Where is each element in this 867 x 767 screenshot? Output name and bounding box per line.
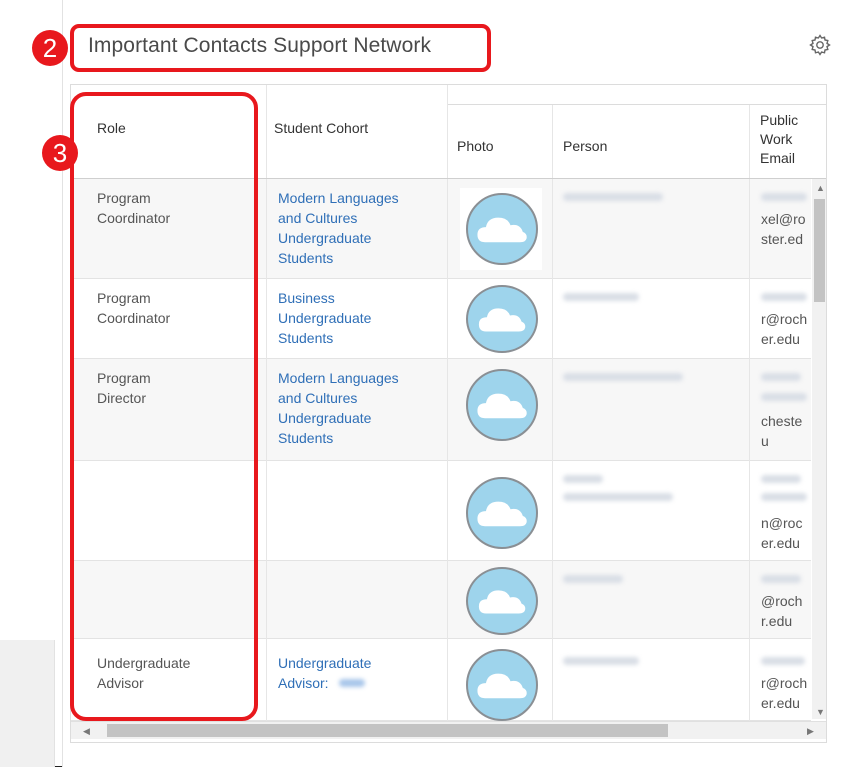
- cloud-icon: [477, 393, 527, 419]
- redacted-email: [761, 193, 807, 201]
- scroll-down-arrow-icon[interactable]: ▼: [816, 707, 825, 717]
- scroll-right-arrow-icon[interactable]: ▶: [807, 726, 814, 737]
- redacted-email: [761, 293, 807, 301]
- avatar[interactable]: [466, 369, 538, 441]
- cell-divider: [552, 639, 553, 721]
- callout-badge-2: 2: [32, 30, 68, 66]
- avatar[interactable]: [466, 649, 538, 721]
- email-cell[interactable]: xel@ro ster.ed: [761, 209, 806, 249]
- cell-divider: [552, 561, 553, 639]
- redacted-person-name: [563, 293, 639, 301]
- cell-divider: [266, 561, 267, 639]
- cell-divider: [447, 279, 448, 359]
- email-cell[interactable]: cheste u: [761, 411, 802, 451]
- email-cell[interactable]: @roch r.edu: [761, 591, 802, 631]
- cohort-link[interactable]: Business Undergraduate Students: [278, 288, 371, 348]
- redacted-advisor-name[interactable]: [339, 679, 365, 687]
- avatar[interactable]: [466, 193, 538, 265]
- cloud-icon: [477, 501, 527, 527]
- column-header-person[interactable]: Person: [563, 137, 607, 156]
- cohort-link[interactable]: Modern Languages and Cultures Undergradu…: [278, 368, 399, 448]
- horizontal-scroll-thumb[interactable]: [107, 724, 668, 737]
- header-divider: [749, 105, 750, 179]
- cell-divider: [266, 639, 267, 721]
- title-callout-outline: [70, 24, 491, 72]
- redacted-person-name: [563, 575, 623, 583]
- cell-divider: [749, 639, 750, 721]
- email-cell[interactable]: r@roch er.edu: [761, 673, 807, 713]
- header-divider: [447, 85, 448, 179]
- cloud-icon: [478, 308, 526, 332]
- scroll-left-arrow-icon[interactable]: ◀: [83, 726, 90, 737]
- cell-divider: [447, 359, 448, 461]
- column-header-photo[interactable]: Photo: [457, 137, 494, 156]
- redacted-person-name: [563, 657, 639, 665]
- avatar[interactable]: [466, 285, 538, 353]
- redacted-email: [761, 657, 805, 665]
- email-cell[interactable]: n@roc er.edu: [761, 513, 802, 553]
- cell-divider: [749, 179, 750, 279]
- redacted-email: [761, 373, 801, 381]
- cell-divider: [749, 279, 750, 359]
- cell-divider: [266, 279, 267, 359]
- role-column-callout-outline: [70, 92, 258, 721]
- cell-divider: [749, 359, 750, 461]
- gear-icon[interactable]: [808, 33, 832, 57]
- header-divider: [266, 85, 267, 179]
- cell-divider: [447, 639, 448, 721]
- redacted-email: [761, 475, 801, 483]
- left-rail-top: [0, 0, 55, 640]
- cell-divider: [266, 359, 267, 461]
- header-divider: [552, 105, 553, 179]
- email-cell[interactable]: r@roch er.edu: [761, 309, 807, 349]
- cell-divider: [552, 179, 553, 279]
- cell-divider: [552, 359, 553, 461]
- redacted-person-name: [563, 373, 683, 381]
- cell-divider: [447, 179, 448, 279]
- cell-divider: [749, 561, 750, 639]
- cell-divider: [447, 461, 448, 561]
- cloud-icon: [477, 217, 527, 243]
- cell-divider: [447, 561, 448, 639]
- avatar[interactable]: [466, 477, 538, 549]
- column-header-public-work-email[interactable]: Public Work Email: [760, 111, 798, 168]
- redacted-person-name: [563, 493, 673, 501]
- column-header-student-cohort[interactable]: Student Cohort: [274, 119, 368, 138]
- scroll-up-arrow-icon[interactable]: ▲: [816, 183, 825, 193]
- redacted-email: [761, 575, 801, 583]
- cell-divider: [749, 461, 750, 561]
- cell-divider: [266, 179, 267, 279]
- cohort-link[interactable]: Modern Languages and Cultures Undergradu…: [278, 188, 399, 268]
- vertical-scroll-thumb[interactable]: [814, 199, 825, 302]
- cloud-icon: [478, 590, 526, 614]
- redacted-email: [761, 493, 807, 501]
- redacted-person-name: [563, 475, 603, 483]
- avatar[interactable]: [466, 567, 538, 635]
- redacted-person-name: [563, 193, 663, 201]
- cloud-icon: [477, 673, 527, 699]
- cell-divider: [552, 461, 553, 561]
- header-group-band: [447, 85, 826, 105]
- cohort-link[interactable]: Undergraduate Advisor:: [278, 653, 371, 693]
- cell-divider: [266, 461, 267, 561]
- cell-divider: [552, 279, 553, 359]
- callout-badge-3: 3: [42, 135, 78, 171]
- redacted-email: [761, 393, 807, 401]
